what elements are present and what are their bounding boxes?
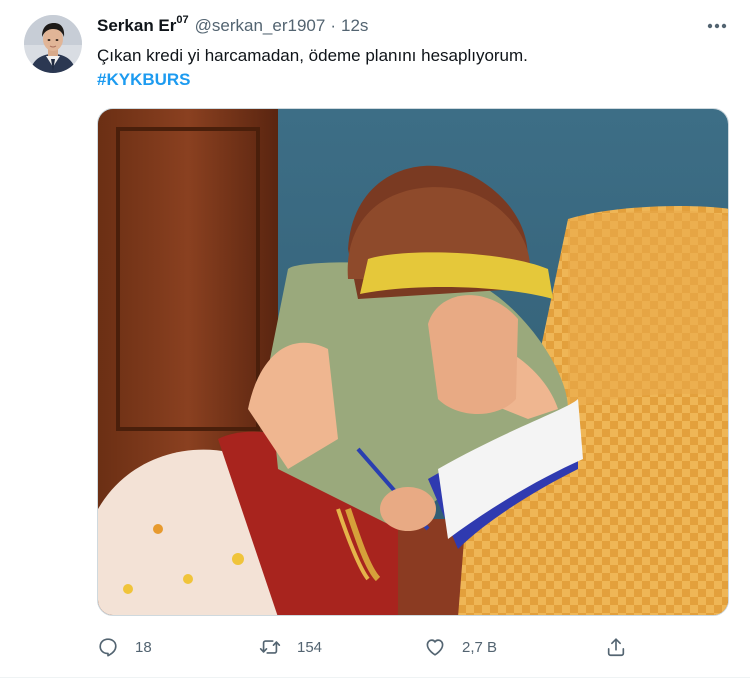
tweet-header: Serkan Er 07 @serkan_er1907 · 12s [97,14,368,37]
author-name-sup: 07 [176,14,189,26]
heart-icon [426,639,444,656]
retweet-icon [259,640,281,654]
author-handle[interactable]: @serkan_er1907 [195,16,326,36]
avatar[interactable] [24,15,82,73]
reply-count: 18 [135,638,152,656]
separator-dot: · [330,16,336,35]
tweet-text: Çıkan kredi yi harcamadan, ödeme planını… [97,46,528,65]
tweet[interactable]: Serkan Er 07 @serkan_er1907 · 12s Çıkan … [0,0,750,678]
share-icon [607,638,625,657]
tweet-media[interactable] [97,108,729,616]
author-name[interactable]: Serkan Er [97,16,176,36]
like-button[interactable]: 2,7 B [424,630,497,664]
avatar-image [24,15,82,73]
share-button[interactable] [605,630,627,664]
more-button[interactable] [704,16,730,36]
reply-icon [99,638,117,657]
more-dots-icon [707,23,727,29]
media-image [98,109,728,615]
hashtag-link[interactable]: #KYKBURS [97,69,191,91]
tweet-time[interactable]: 12s [341,16,368,36]
reply-button[interactable]: 18 [97,630,152,664]
like-count: 2,7 B [462,638,498,656]
tweet-actions: 18 154 2,7 B [97,630,637,664]
retweet-count: 154 [297,638,323,656]
retweet-button[interactable]: 154 [259,630,322,664]
